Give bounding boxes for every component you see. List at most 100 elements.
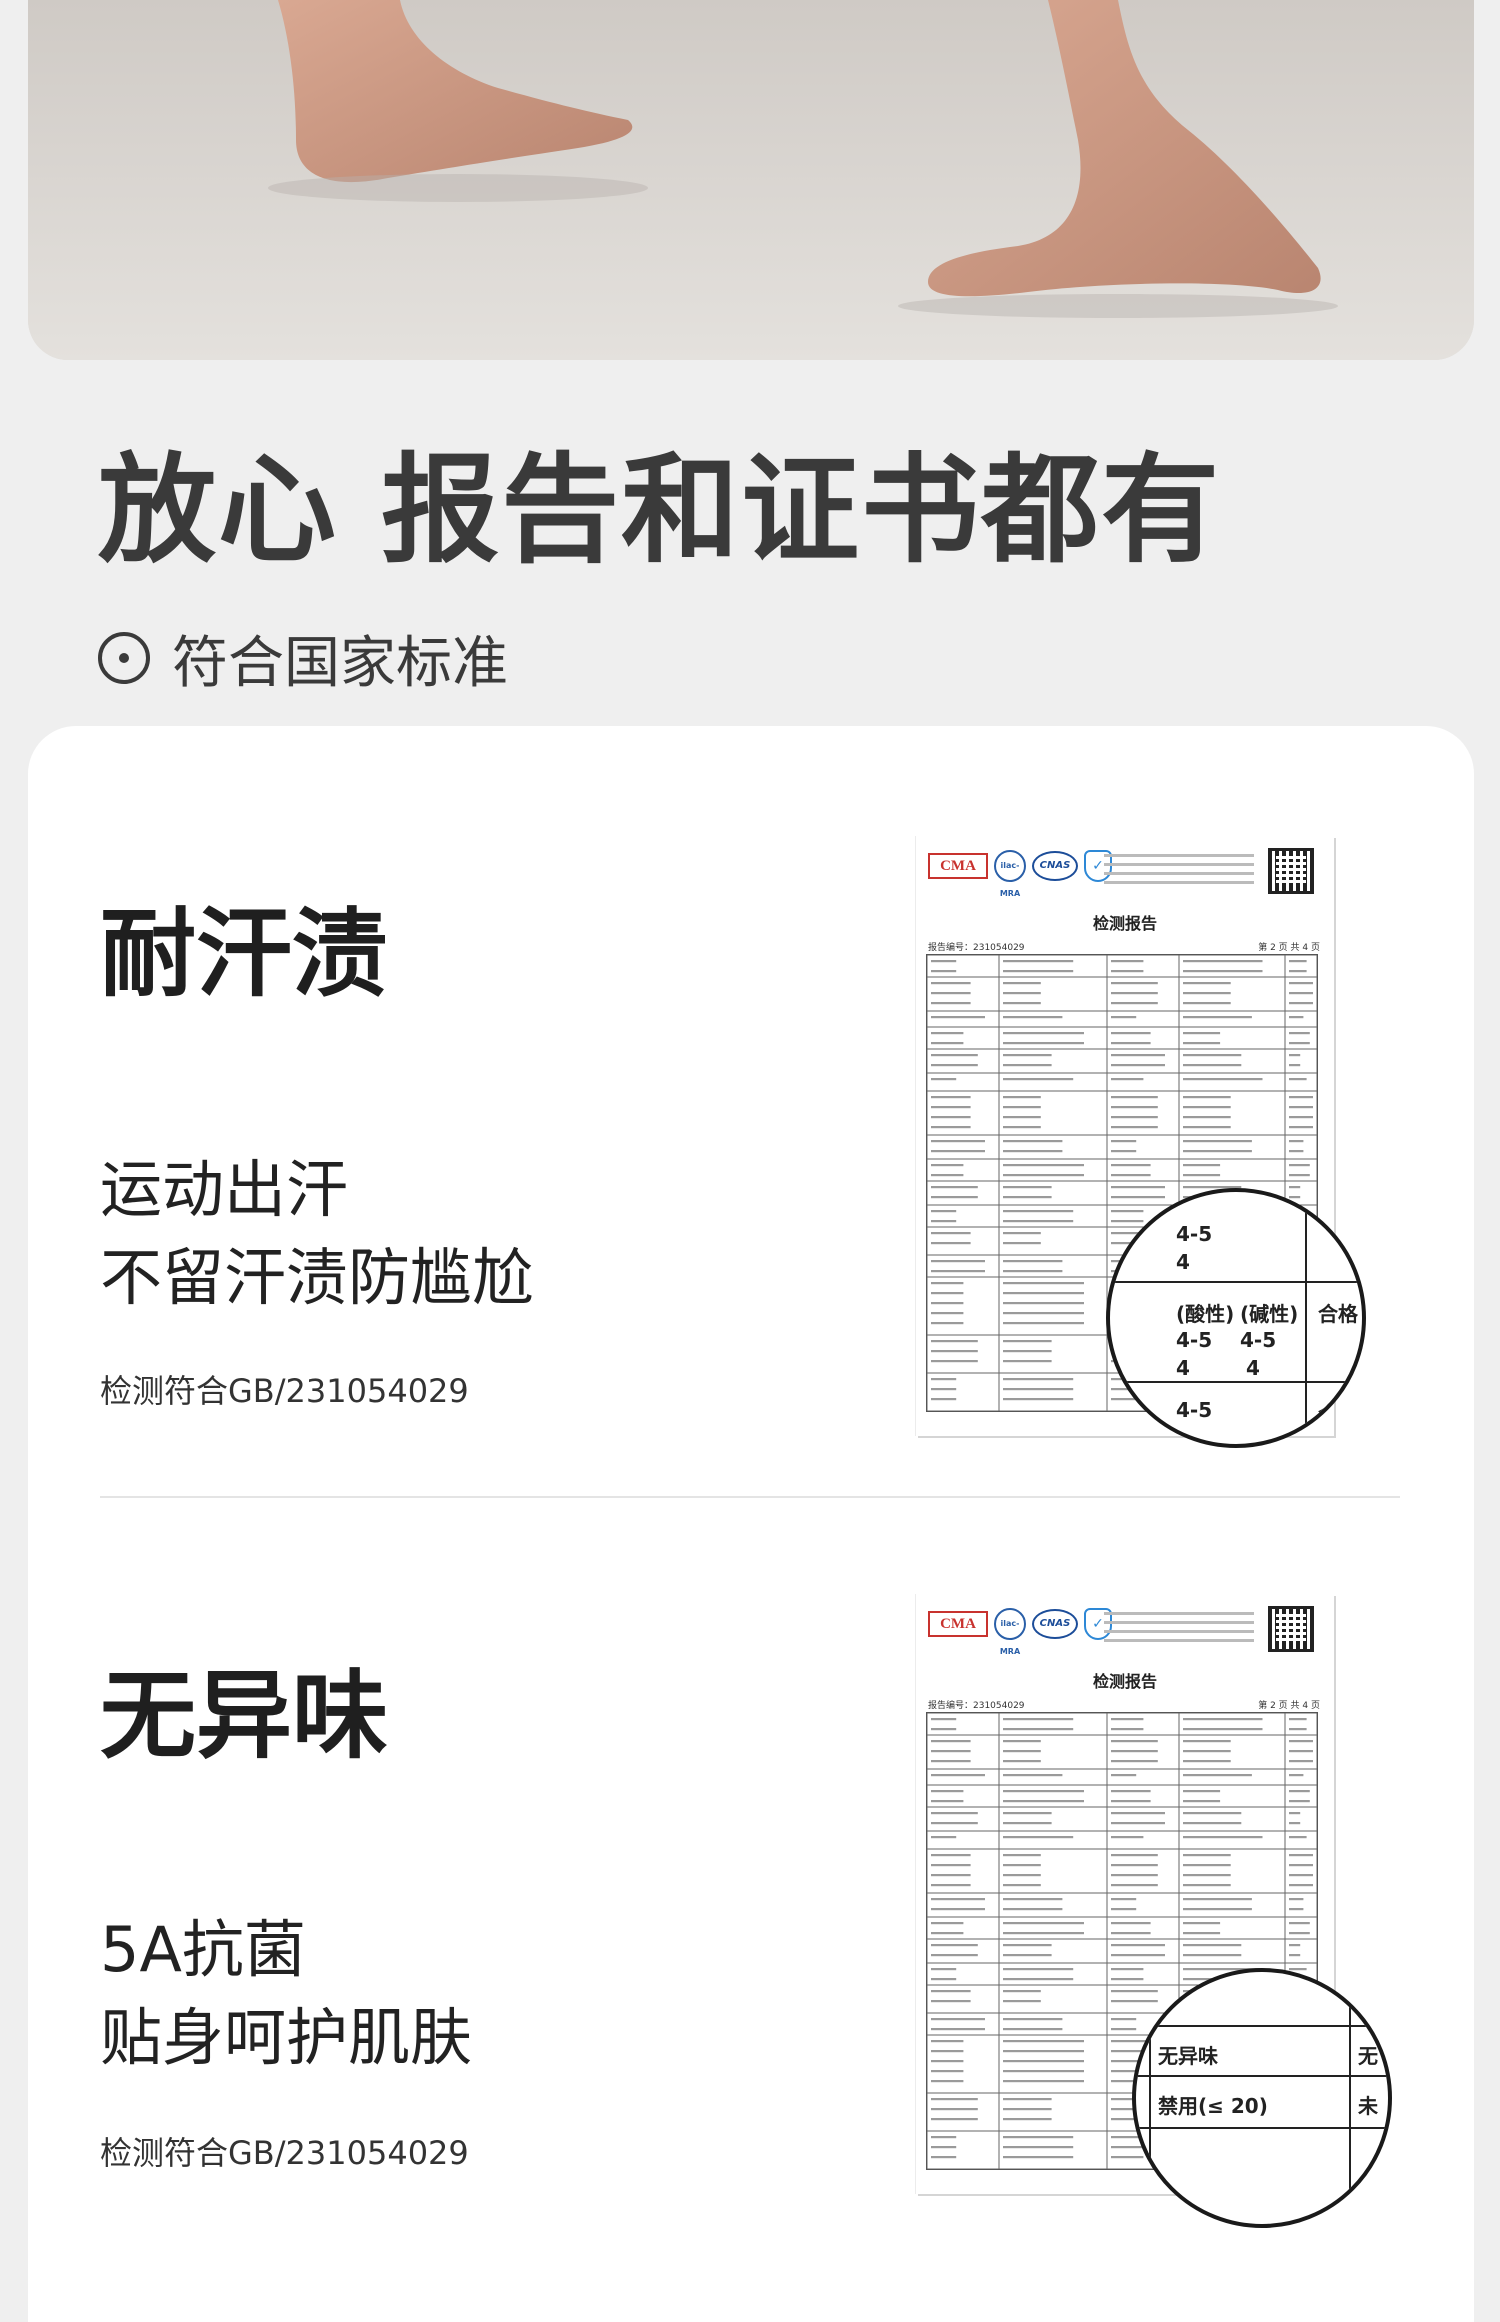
table-fine-print	[1289, 1718, 1307, 1721]
table-fine-print	[1183, 1064, 1242, 1067]
table-fine-print	[1003, 1302, 1084, 1305]
magnifier-cell: 合格	[1318, 1402, 1358, 1426]
table-fine-print	[931, 1210, 957, 1213]
table-fine-print	[1183, 1908, 1252, 1911]
table-fine-print	[1111, 1874, 1158, 1877]
table-fine-print	[931, 2018, 985, 2021]
feature-title: 无异味	[100, 1660, 388, 1772]
table-fine-print	[1003, 1922, 1084, 1925]
table-fine-print	[1289, 1822, 1301, 1825]
certification-logos: CMA ilac-MRA CNAS ✓	[928, 850, 1112, 898]
table-fine-print	[1003, 1728, 1074, 1731]
table-fine-print	[931, 1398, 957, 1401]
subtitle-row: 符合国家标准	[98, 620, 508, 696]
table-fine-print	[1003, 1340, 1052, 1343]
table-fine-print	[1183, 1790, 1221, 1793]
subtitle: 符合国家标准	[172, 630, 508, 696]
table-fine-print	[1003, 2098, 1052, 2101]
table-fine-print	[1003, 1822, 1052, 1825]
table-fine-print	[1003, 1116, 1041, 1119]
table-fine-print	[1003, 1944, 1052, 1947]
table-fine-print	[1289, 1054, 1301, 1057]
feature-sweat-resistant: 耐汗渍 运动出汗 不留汗渍防尴尬 检测符合GB/231054029 CMA il…	[28, 726, 1474, 1496]
table-fine-print	[931, 1790, 964, 1793]
table-fine-print	[931, 1174, 964, 1177]
table-fine-print	[1183, 1822, 1242, 1825]
table-fine-print	[931, 2060, 964, 2063]
table-fine-print	[1003, 1954, 1052, 1957]
table-fine-print	[931, 2080, 964, 2083]
certification-logos: CMA ilac-MRA CNAS ✓	[928, 1608, 1112, 1656]
table-fine-print	[1289, 1186, 1301, 1189]
table-fine-print	[1111, 1740, 1158, 1743]
report-header-fine-print	[1104, 854, 1254, 890]
table-fine-print	[931, 1242, 971, 1245]
table-fine-print	[1003, 1042, 1084, 1045]
magnifier-cell: 禁用(≤ 20)	[1158, 2094, 1268, 2118]
table-fine-print	[1003, 1350, 1052, 1353]
table-fine-print	[931, 1270, 985, 1273]
table-fine-print	[1289, 1922, 1310, 1925]
table-fine-print	[1183, 1932, 1221, 1935]
table-fine-print	[931, 1864, 971, 1867]
table-fine-print	[1003, 2156, 1074, 2159]
table-fine-print	[1111, 1944, 1165, 1947]
table-fine-print	[1183, 1874, 1231, 1877]
table-fine-print	[931, 982, 971, 985]
table-fine-print	[1289, 1968, 1307, 1971]
table-fine-print	[931, 1978, 957, 1981]
table-fine-print	[931, 1126, 971, 1129]
table-fine-print	[1111, 1884, 1158, 1887]
table-fine-print	[1289, 1140, 1304, 1143]
barefoot-illustration	[28, 0, 1474, 360]
magnifier-cell: (酸性)	[1176, 1302, 1235, 1326]
table-fine-print	[1003, 2118, 1052, 2121]
table-fine-print	[1289, 1174, 1310, 1177]
table-fine-print	[931, 970, 957, 973]
table-fine-print	[1003, 1232, 1041, 1235]
table-fine-print	[1111, 1908, 1137, 1911]
table-fine-print	[1289, 1126, 1313, 1129]
table-fine-print	[931, 1106, 971, 1109]
table-fine-print	[1183, 1150, 1252, 1153]
table-fine-print	[1003, 1378, 1074, 1381]
table-fine-print	[1111, 992, 1158, 995]
qr-code-icon	[1268, 1606, 1314, 1652]
table-fine-print	[931, 1292, 964, 1295]
table-fine-print	[931, 1968, 957, 1971]
table-fine-print	[1289, 1790, 1310, 1793]
table-fine-print	[1183, 1032, 1221, 1035]
table-fine-print	[1183, 1140, 1252, 1143]
table-fine-print	[1183, 1164, 1221, 1167]
cma-logo: CMA	[928, 853, 988, 879]
cnas-logo: CNAS	[1032, 851, 1078, 881]
table-fine-print	[1183, 1740, 1231, 1743]
table-fine-print	[1003, 970, 1074, 973]
table-fine-print	[931, 1750, 971, 1753]
table-fine-print	[1111, 982, 1158, 985]
table-fine-print	[1289, 1812, 1301, 1815]
table-fine-print	[1003, 2136, 1074, 2139]
magnifier-zoom: 4-5 4 (酸性) (碱性) 合格 4-5 4-5 4 4 4-5 合格	[1106, 1188, 1366, 1448]
table-fine-print	[931, 2070, 964, 2073]
magnifier-cell: 未	[1358, 2094, 1378, 2118]
table-fine-print	[931, 1378, 957, 1381]
table-fine-print	[1111, 1718, 1144, 1721]
feature-note: 检测符合GB/231054029	[100, 2134, 469, 2172]
table-fine-print	[1003, 1990, 1041, 1993]
table-fine-print	[931, 2156, 957, 2159]
table-fine-print	[1289, 1116, 1313, 1119]
report-page-count: 第 2 页 共 4 页	[1258, 943, 1320, 953]
table-fine-print	[1289, 992, 1313, 995]
magnifier-cell: 4-5	[1176, 1328, 1213, 1352]
cma-logo: CMA	[928, 1611, 988, 1637]
table-fine-print	[1003, 1032, 1084, 1035]
table-fine-print	[1111, 2018, 1137, 2021]
table-fine-print	[1003, 992, 1041, 995]
table-fine-print	[1003, 1388, 1074, 1391]
table-fine-print	[931, 1302, 964, 1305]
magnifier-cell: 无异味	[1158, 2044, 1218, 2068]
table-fine-print	[931, 992, 971, 995]
table-fine-print	[931, 1140, 985, 1143]
table-fine-print	[1003, 1908, 1063, 1911]
